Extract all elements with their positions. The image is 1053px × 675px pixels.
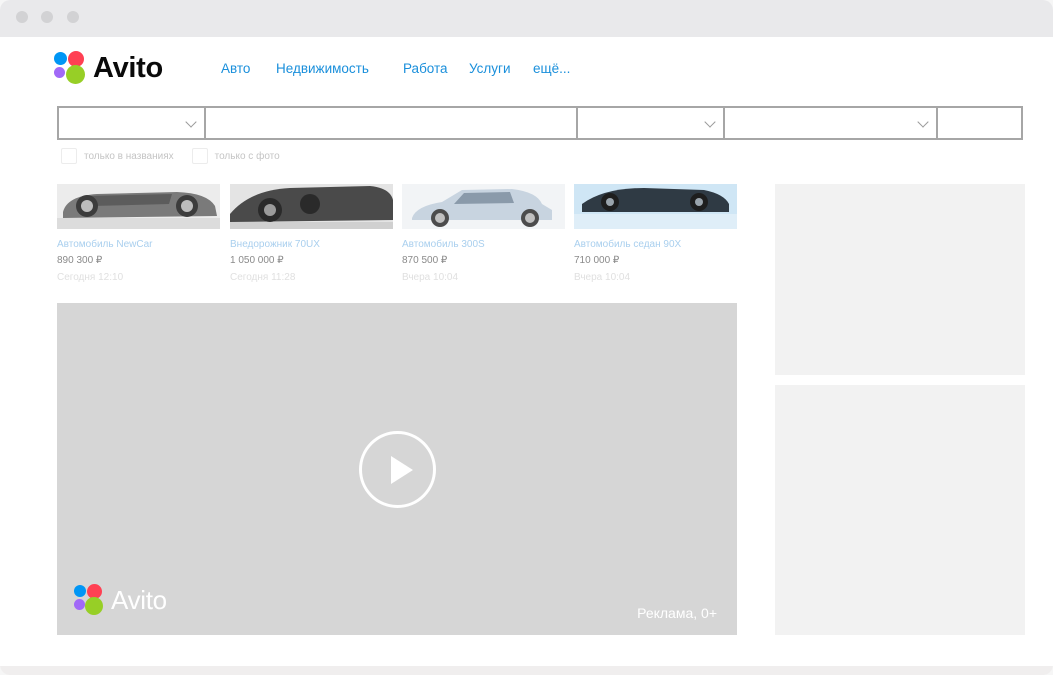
listing-date: Вчера 10:04 [574,272,631,283]
region-select[interactable] [578,108,725,138]
only-titles-checkbox[interactable] [61,148,77,164]
avito-logo[interactable]: Avito [53,51,163,85]
video-ad-logo: Avito [73,584,167,616]
play-icon[interactable] [359,431,436,508]
listing-photo[interactable] [230,184,393,229]
listing-price: 870 500 ₽ [402,255,448,266]
nav-item-more[interactable]: ещё... [533,61,570,76]
listing-title[interactable]: Внедорожник 70UX [230,239,393,250]
only-titles-label: только в названиях [84,150,174,162]
search-submit-button[interactable] [938,108,1021,138]
nav-item-jobs[interactable]: Работа [403,61,448,76]
listing-price: 890 300 ₽ [57,255,103,266]
window-maximize-button[interactable] [67,11,79,23]
listing-price: 710 000 ₽ [574,255,620,266]
chevron-down-icon [704,116,716,128]
chevron-down-icon [917,116,929,128]
search-input[interactable] [206,108,578,138]
chevron-down-icon [185,116,197,128]
avito-logo-icon [53,51,87,85]
window-minimize-button[interactable] [41,11,53,23]
listing-title[interactable]: Автомобиль NewCar [57,239,220,250]
only-photo-label: только с фото [214,150,280,162]
window-bottom-edge [0,666,1053,675]
nav-item-services[interactable]: Услуги [469,61,511,76]
listing-date: Вчера 10:04 [402,272,459,283]
nav-item-auto[interactable]: Авто [221,61,250,76]
listing-photo[interactable] [574,184,737,229]
listing-title[interactable]: Автомобиль 300S [402,239,565,250]
listing-card[interactable]: Автомобиль 300S 870 500 ₽ Вчера 10:04 [402,184,565,283]
listing-photo[interactable] [402,184,565,229]
listing-card[interactable]: Автомобиль седан 90X 710 000 ₽ Вчера 10:… [574,184,737,283]
window-titlebar [0,0,1053,37]
window-close-button[interactable] [16,11,28,23]
nav-item-realty[interactable]: Недвижимость [276,61,369,76]
listing-date: Сегодня 12:10 [57,272,124,283]
category-select[interactable] [59,108,206,138]
listing-card[interactable]: Внедорожник 70UX 1 050 000 ₽ Сегодня 11:… [230,184,393,283]
listing-card[interactable]: Автомобиль NewCar 890 300 ₽ Сегодня 12:1… [57,184,220,283]
browser-window: Avito Авто Недвижимость Работа Услуги ещ… [0,0,1053,675]
only-photo-checkbox[interactable] [191,148,208,164]
avito-logo-text: Avito [93,51,163,84]
listing-title[interactable]: Автомобиль седан 90X [574,239,737,250]
video-ad[interactable]: Avito Реклама, 0+ [57,303,737,635]
video-ad-logo-text: Avito [111,584,167,615]
listing-date: Сегодня 11:28 [230,272,296,283]
radius-select[interactable] [725,108,938,138]
listing-photo[interactable] [57,184,220,229]
side-banner-bottom[interactable] [775,385,1025,635]
ad-label: Реклама, 0+ [637,605,717,621]
side-banner-top[interactable] [775,184,1025,375]
listing-price: 1 050 000 ₽ [230,255,284,266]
search-filters: только в названиях только с фото [61,148,280,164]
avito-logo-icon [73,584,105,616]
search-bar [57,106,1023,140]
listing-row: Автомобиль NewCar 890 300 ₽ Сегодня 12:1… [57,184,737,294]
